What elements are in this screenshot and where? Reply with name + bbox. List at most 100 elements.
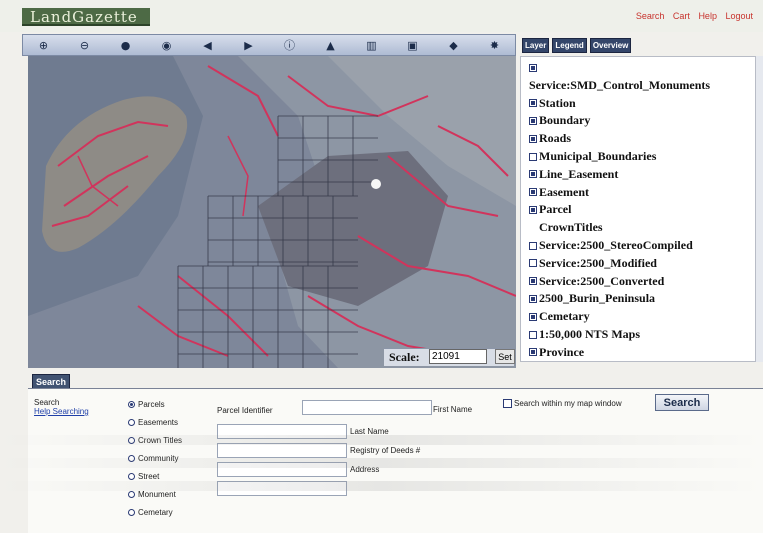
layer-label: Station xyxy=(539,95,576,110)
zoom-out-icon[interactable]: ⊖ xyxy=(76,37,93,54)
layer-checkbox[interactable] xyxy=(529,152,537,161)
search-button[interactable]: Search xyxy=(655,394,709,411)
layer-item[interactable]: Cemetary xyxy=(529,308,590,325)
layer-item[interactable]: Roads xyxy=(529,130,571,147)
zoom-in-icon[interactable]: ⊕ xyxy=(35,37,52,54)
layer-list: Service:SMD_Control_Monuments Station Boun… xyxy=(520,56,756,362)
tab-layer[interactable]: Layer xyxy=(522,38,550,53)
layer-checkbox[interactable] xyxy=(529,188,537,197)
layer-checkbox[interactable] xyxy=(529,277,537,286)
first-name-label: First Name xyxy=(433,405,473,414)
layer-checkbox[interactable] xyxy=(529,116,537,125)
layer-checkbox[interactable] xyxy=(529,330,537,339)
satellite-map xyxy=(28,56,516,368)
clear-icon[interactable]: ✸ xyxy=(486,37,503,54)
scale-label: Scale: xyxy=(389,350,420,364)
layer-label: Service:2500_StereoCompiled xyxy=(539,238,693,252)
query-icon[interactable]: ◆ xyxy=(445,37,462,54)
identify-icon[interactable]: ⓘ xyxy=(281,37,298,54)
layer-item[interactable]: 1:50,000 NTS Maps xyxy=(529,326,640,343)
layer-item[interactable] xyxy=(529,59,539,76)
measure-icon[interactable]: ▥ xyxy=(363,37,380,54)
layer-item[interactable]: Service:2500_StereoCompiled xyxy=(529,237,693,254)
search-type-label: Cemetary xyxy=(138,508,173,517)
layer-checkbox[interactable] xyxy=(529,134,537,143)
layer-list-scrollbar[interactable] xyxy=(755,56,763,362)
layer-label: Municipal_Boundaries xyxy=(539,149,657,163)
select-icon[interactable]: ▣ xyxy=(404,37,421,54)
map-window-label: Search within my map window xyxy=(514,399,622,408)
search-link[interactable]: Search xyxy=(636,11,665,21)
scale-input[interactable] xyxy=(429,349,487,364)
layer-item[interactable]: Service:SMD_Control_Monuments xyxy=(529,77,710,94)
search-type-label: Easements xyxy=(138,418,179,427)
layer-label: CrownTitles xyxy=(539,220,603,235)
layer-label: Easement xyxy=(539,184,589,199)
tab-legend[interactable]: Legend xyxy=(552,38,587,53)
layer-checkbox[interactable] xyxy=(529,170,537,179)
pan-icon[interactable]: ● xyxy=(117,37,134,54)
radio-button[interactable] xyxy=(128,473,135,480)
radio-button[interactable] xyxy=(128,401,135,408)
map-view[interactable] xyxy=(28,56,516,368)
radio-button[interactable] xyxy=(128,491,135,498)
layer-item[interactable]: 2500_Burin_Peninsula xyxy=(529,290,655,307)
layer-item[interactable]: Easement xyxy=(529,184,589,201)
layer-item[interactable]: Station xyxy=(529,95,576,112)
layer-label: Cemetary xyxy=(539,309,590,324)
scan-bleed xyxy=(0,435,763,445)
layer-item[interactable]: CrownTitles xyxy=(529,219,603,236)
search-type-option[interactable]: Easements xyxy=(128,416,178,429)
search-type-option[interactable]: Parcels xyxy=(128,398,165,411)
layer-checkbox[interactable] xyxy=(529,348,537,357)
cart-link[interactable]: Cart xyxy=(673,11,690,21)
map-window-checkbox[interactable] xyxy=(503,399,512,408)
radio-button[interactable] xyxy=(128,419,135,426)
search-type-label: Monument xyxy=(138,490,176,499)
layer-checkbox[interactable] xyxy=(529,205,537,214)
layer-item[interactable]: Province xyxy=(529,344,584,361)
radio-button[interactable] xyxy=(128,509,135,516)
search-type-option[interactable]: Cemetary xyxy=(128,506,173,519)
layer-label: Service:SMD_Control_Monuments xyxy=(529,77,711,92)
layer-checkbox[interactable] xyxy=(529,99,537,108)
layer-item[interactable]: Parcel xyxy=(529,201,571,218)
layer-label: 1:50,000 NTS Maps xyxy=(539,327,641,341)
scan-bleed xyxy=(0,458,763,468)
parcel-identifier-input[interactable] xyxy=(302,400,432,415)
layer-item[interactable]: Service:2500_Modified xyxy=(529,255,657,272)
print-icon[interactable]: ▲ xyxy=(322,37,339,54)
forward-icon[interactable]: ▶ xyxy=(240,37,257,54)
search-type-label: Street xyxy=(138,472,160,481)
layer-label: 2500_Burin_Peninsula xyxy=(539,291,656,306)
layer-label: Service:2500_Modified xyxy=(539,255,657,270)
layer-item[interactable]: Boundary xyxy=(529,112,590,129)
layer-label: Parcel xyxy=(539,202,572,217)
layer-checkbox[interactable] xyxy=(529,241,537,250)
logout-link[interactable]: Logout xyxy=(725,11,753,21)
search-label: Search xyxy=(34,398,60,407)
scan-bleed xyxy=(0,481,763,491)
help-link-top[interactable]: Help xyxy=(698,11,717,21)
layer-item[interactable]: Line_Easement xyxy=(529,166,618,183)
layer-label: Boundary xyxy=(539,113,591,128)
app-logo: LandGazette xyxy=(22,8,150,26)
layer-checkbox[interactable] xyxy=(529,312,537,321)
registry-label: Registry of Deeds # xyxy=(350,446,421,455)
set-scale-button[interactable]: Set xyxy=(495,349,515,364)
layer-panel-tabs: Layer Legend Overview xyxy=(522,38,632,53)
search-type-label: Parcels xyxy=(138,400,165,409)
layer-item[interactable]: Municipal_Boundaries xyxy=(529,148,656,165)
layer-checkbox[interactable] xyxy=(529,294,537,303)
map-toolbar: ⊕ ⊖ ● ◉ ◀ ▶ ⓘ ▲ ▥ ▣ ◆ ✸ xyxy=(22,34,516,56)
parcel-identifier-label: Parcel Identifier xyxy=(217,406,273,415)
help-searching-link[interactable]: Help Searching xyxy=(34,407,89,416)
layer-checkbox[interactable] xyxy=(529,63,537,72)
layer-item[interactable]: Service:2500_Converted xyxy=(529,273,664,290)
back-icon[interactable]: ◀ xyxy=(199,37,216,54)
last-name-input[interactable] xyxy=(217,443,347,458)
tab-overview[interactable]: Overview xyxy=(589,38,632,53)
layer-checkbox[interactable] xyxy=(529,259,537,268)
full-extent-icon[interactable]: ◉ xyxy=(158,37,175,54)
layer-label: Roads xyxy=(539,131,572,146)
